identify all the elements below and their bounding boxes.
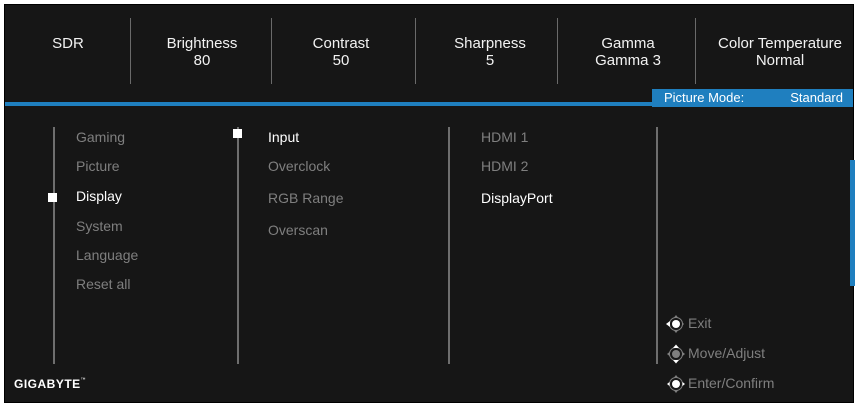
option-hdmi-2[interactable]: HDMI 2	[481, 157, 528, 175]
header-divider	[5, 102, 853, 106]
sub-menu-item-overscan[interactable]: Overscan	[268, 221, 328, 239]
main-menu-item-gaming[interactable]: Gaming	[76, 128, 125, 146]
status-contrast-value: 50	[332, 52, 350, 69]
sub-menu-item-overclock[interactable]: Overclock	[268, 157, 330, 175]
status-sdr: SDR	[38, 35, 98, 52]
main-menu-rail	[53, 127, 55, 364]
logo-text: GIGABYTE	[14, 377, 81, 391]
hint-move-adjust-label: Move/Adjust	[688, 345, 766, 361]
status-divider	[557, 18, 558, 84]
joystick-press-icon	[667, 375, 685, 393]
options-rail	[448, 127, 450, 364]
hint-rail	[656, 127, 658, 364]
status-sdr-label: SDR	[52, 35, 84, 52]
status-sharpness-value: 5	[485, 52, 495, 69]
joystick-left-icon	[666, 315, 684, 333]
main-menu-item-reset-all[interactable]: Reset all	[76, 275, 130, 293]
sub-menu-item-input[interactable]: Input	[268, 128, 299, 146]
status-divider	[415, 18, 416, 84]
status-divider	[271, 18, 272, 84]
main-menu-item-picture[interactable]: Picture	[76, 157, 120, 175]
selection-marker	[48, 193, 57, 202]
status-sharpness-label: Sharpness	[454, 35, 526, 52]
scroll-indicator	[850, 160, 855, 286]
trademark-mark: ™	[80, 377, 87, 383]
status-color-temperature-value: Normal	[755, 52, 805, 69]
option-hdmi-1[interactable]: HDMI 1	[481, 128, 528, 146]
status-brightness-value: 80	[193, 52, 211, 69]
status-divider	[695, 18, 696, 84]
status-divider	[130, 18, 131, 84]
status-sharpness: Sharpness 5	[435, 35, 545, 69]
status-brightness-label: Brightness	[166, 35, 238, 52]
joystick-updown-icon	[667, 344, 685, 364]
option-displayport[interactable]: DisplayPort	[481, 189, 553, 207]
sub-menu-rail	[237, 127, 239, 364]
status-color-temperature-label: Color Temperature	[718, 35, 842, 52]
gigabyte-logo: GIGABYTE™	[14, 377, 86, 391]
sub-menu-item-rgb-range[interactable]: RGB Range	[268, 189, 343, 207]
status-gamma-value: Gamma 3	[595, 52, 661, 69]
osd-menu: SDR Brightness 80 Contrast 50 Sharpness …	[4, 4, 855, 403]
status-gamma: Gamma Gamma 3	[573, 35, 683, 69]
hint-enter-confirm-label: Enter/Confirm	[688, 375, 775, 391]
main-menu-item-system[interactable]: System	[76, 217, 123, 235]
main-menu-item-display[interactable]: Display	[76, 187, 122, 205]
status-brightness: Brightness 80	[147, 35, 257, 69]
main-menu-item-language[interactable]: Language	[76, 246, 138, 264]
hint-exit-label: Exit	[688, 315, 712, 331]
status-contrast-label: Contrast	[312, 35, 370, 52]
status-bar: SDR Brightness 80 Contrast 50 Sharpness …	[5, 5, 853, 101]
selection-marker	[233, 129, 242, 138]
status-color-temperature: Color Temperature Normal	[707, 35, 853, 69]
status-gamma-label: Gamma	[601, 35, 655, 52]
status-contrast: Contrast 50	[286, 35, 396, 69]
